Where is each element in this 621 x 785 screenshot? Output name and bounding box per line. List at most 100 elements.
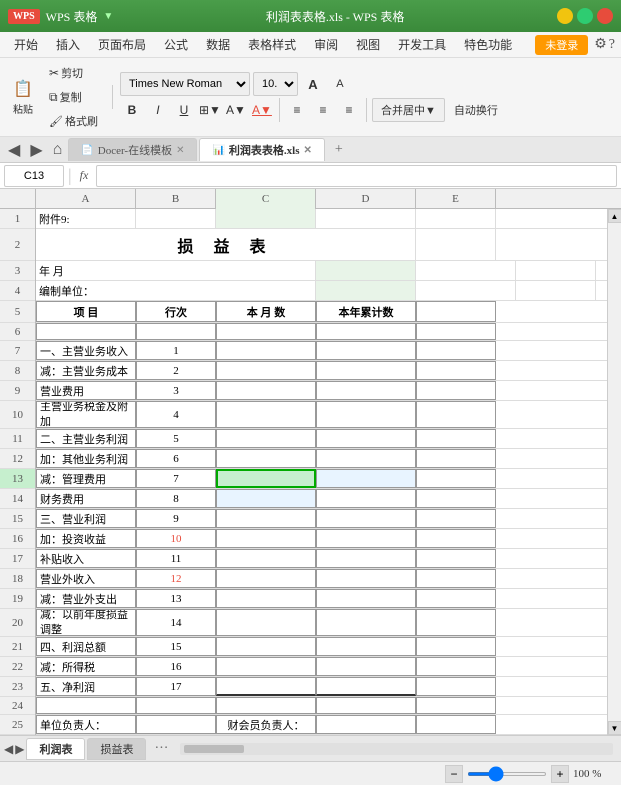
menu-start[interactable]: 开始 [6,34,46,55]
cell-d25[interactable] [316,715,416,734]
login-button[interactable]: 未登录 [535,35,588,55]
cell-a17[interactable]: 补贴收入 [36,549,136,568]
row-header-14[interactable]: 14 [0,489,35,509]
cell-c22[interactable] [216,657,316,676]
auto-wrap-button[interactable]: 自动换行 [447,99,505,121]
cell-c9[interactable] [216,381,316,400]
col-header-c[interactable]: C [216,189,316,209]
cell-e12[interactable] [416,449,496,468]
row-header-21[interactable]: 21 [0,637,35,657]
cell-e19[interactable] [416,589,496,608]
cell-d23[interactable] [316,677,416,696]
cell-e20[interactable] [416,609,496,636]
cell-b8[interactable]: 2 [136,361,216,380]
cell-a5[interactable]: 项 目 [36,301,136,322]
cut-button[interactable]: ✂ 剪切 [42,62,105,84]
cell-c10[interactable] [216,401,316,428]
cell-b17[interactable]: 11 [136,549,216,568]
zoom-out-button[interactable]: − [445,765,463,783]
menu-dev-tools[interactable]: 开发工具 [390,34,454,55]
zoom-in-button[interactable]: + [551,765,569,783]
window-controls[interactable] [557,8,613,24]
cell-b15[interactable]: 9 [136,509,216,528]
cell-b18[interactable]: 12 [136,569,216,588]
fill-color-button[interactable]: A▼ [224,98,248,122]
cell-e14[interactable] [416,489,496,508]
col-header-d[interactable]: D [316,189,416,209]
sheet-next-button[interactable]: ▶ [15,742,24,756]
row-header-17[interactable]: 17 [0,549,35,569]
font-shrink-button[interactable]: A [328,72,352,96]
cell-b13[interactable]: 7 [136,469,216,488]
cell-reference-input[interactable] [4,165,64,187]
menu-special[interactable]: 特色功能 [456,34,520,55]
cell-c6[interactable] [216,323,316,340]
cell-d13[interactable] [316,469,416,488]
cell-c14[interactable] [216,489,316,508]
horizontal-scrollbar[interactable] [180,743,613,755]
menu-review[interactable]: 审阅 [306,34,346,55]
row-header-16[interactable]: 16 [0,529,35,549]
help-icon[interactable]: ? [609,37,615,53]
cell-a15[interactable]: 三、营业利润 [36,509,136,528]
cell-e7[interactable] [416,341,496,360]
cell-c5[interactable]: 本 月 数 [216,301,316,322]
cell-c13[interactable] [216,469,316,488]
cell-c24[interactable] [216,697,316,714]
row-header-9[interactable]: 9 [0,381,35,401]
cell-d10[interactable] [316,401,416,428]
cell-a25[interactable]: 单位负责人： [36,715,136,734]
cell-c21[interactable] [216,637,316,656]
cell-e1[interactable] [416,209,496,228]
format-painter-button[interactable]: 🖌 格式刷 [42,110,105,132]
row-header-2[interactable]: 2 [0,229,35,261]
menu-formula[interactable]: 公式 [156,34,196,55]
cell-e13[interactable] [416,469,496,488]
cell-c7[interactable] [216,341,316,360]
copy-button[interactable]: ⧉ 复制 [42,86,105,108]
cell-merged-title[interactable]: 损 益 表 [36,229,416,260]
cell-c3[interactable] [316,261,416,280]
cell-a6[interactable] [36,323,136,340]
cell-c4[interactable] [316,281,416,300]
formula-input[interactable] [96,165,617,187]
row-header-20[interactable]: 20 [0,609,35,637]
cell-b10[interactable]: 4 [136,401,216,428]
cell-e5[interactable] [416,301,496,322]
h-scroll-thumb[interactable] [184,745,244,753]
row-header-7[interactable]: 7 [0,341,35,361]
sheet-prev-button[interactable]: ◀ [4,742,13,756]
cell-d17[interactable] [316,549,416,568]
font-grow-button[interactable]: A [301,72,325,96]
cell-e2[interactable] [416,229,496,260]
close-button[interactable] [597,8,613,24]
cell-d7[interactable] [316,341,416,360]
cell-b12[interactable]: 6 [136,449,216,468]
paste-button[interactable]: 📋 粘贴 [6,76,40,119]
cell-c17[interactable] [216,549,316,568]
cell-e3[interactable] [516,261,596,280]
cell-e6[interactable] [416,323,496,340]
cell-e22[interactable] [416,657,496,676]
tab-lirun[interactable]: 📊 利润表表格.xls ✕ [199,138,324,161]
cell-d1[interactable] [316,209,416,228]
cell-a13[interactable]: 减：管理费用 [36,469,136,488]
cell-c8[interactable] [216,361,316,380]
cell-d22[interactable] [316,657,416,676]
border-button[interactable]: ⊞▼ [198,98,222,122]
align-center-button[interactable]: ≡ [311,98,335,122]
font-color-button[interactable]: A▼ [250,98,274,122]
maximize-button[interactable] [577,8,593,24]
cell-d3[interactable] [416,261,516,280]
align-right-button[interactable]: ≡ [337,98,361,122]
row-header-11[interactable]: 11 [0,429,35,449]
cell-b21[interactable]: 15 [136,637,216,656]
row-header-8[interactable]: 8 [0,361,35,381]
cell-a8[interactable]: 减：主营业务成本 [36,361,136,380]
cell-b7[interactable]: 1 [136,341,216,360]
merge-center-button[interactable]: 合并居中▼ [372,98,445,122]
cell-b25[interactable] [136,715,216,734]
cell-e15[interactable] [416,509,496,528]
row-header-13[interactable]: 13 [0,469,35,489]
cell-d14[interactable] [316,489,416,508]
